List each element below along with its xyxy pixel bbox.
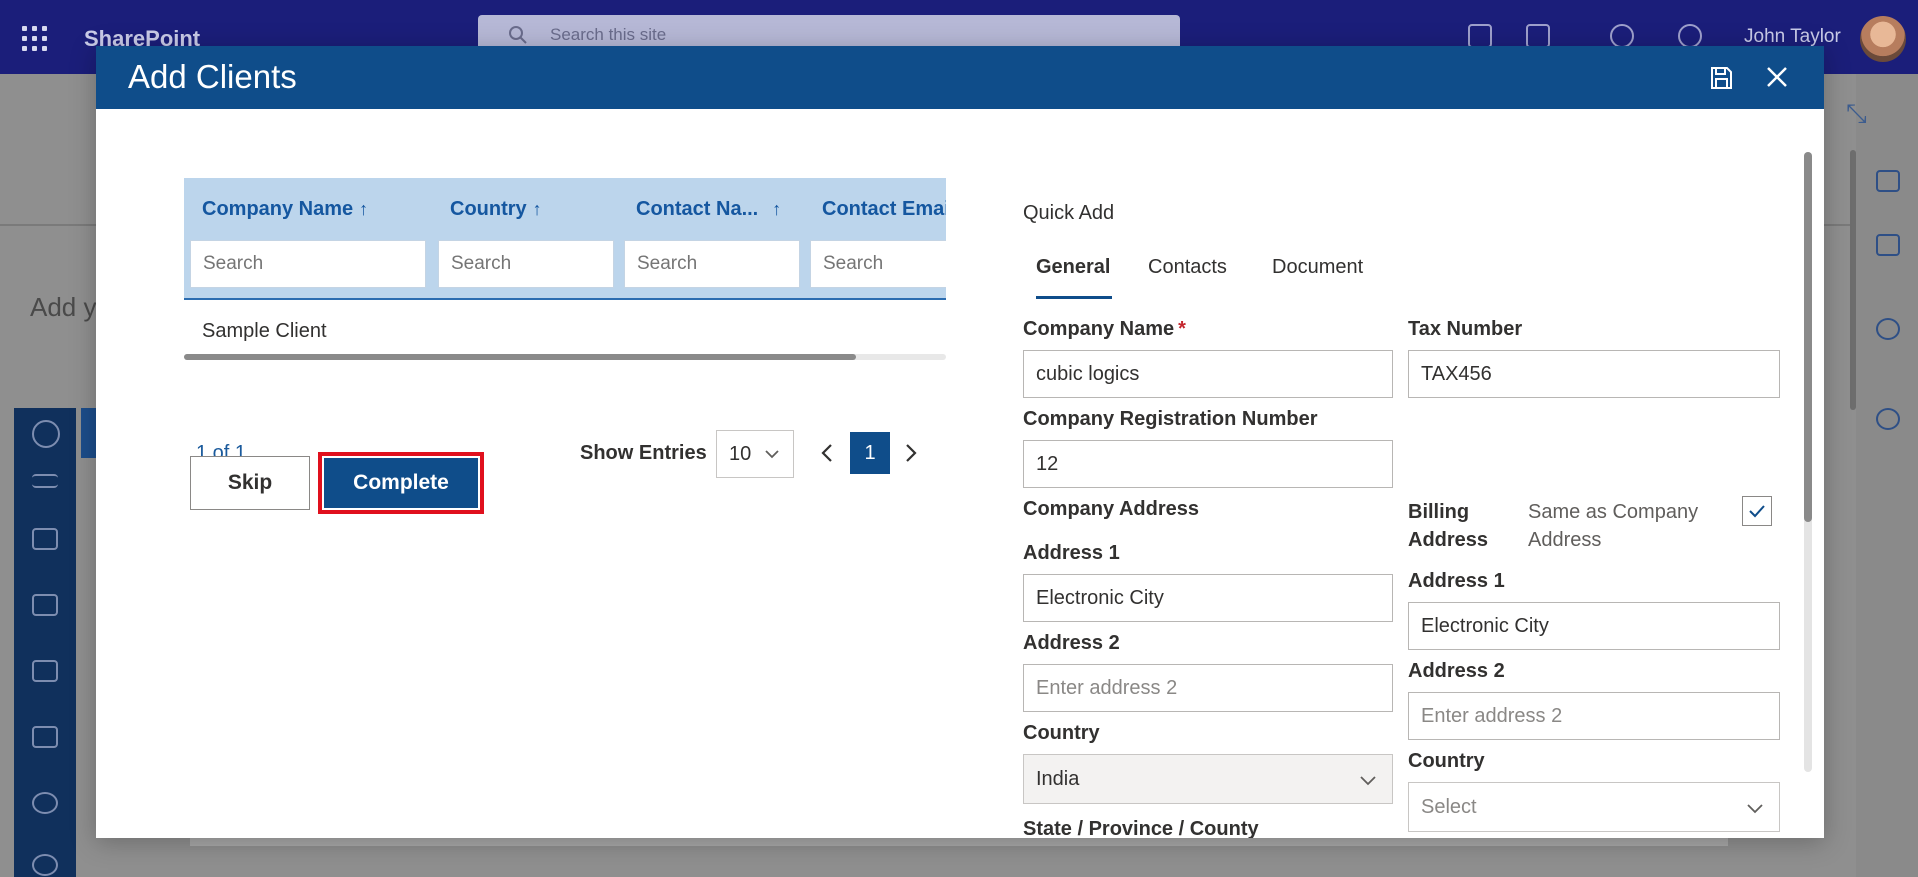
search-contact-email-input[interactable] <box>810 240 946 288</box>
company-name-label: Company Name * <box>1023 318 1186 340</box>
briefcase-icon[interactable] <box>1876 170 1900 192</box>
dialog-scrollbar-thumb[interactable] <box>1804 152 1812 522</box>
registration-number-input[interactable] <box>1023 440 1393 488</box>
sliders-icon[interactable] <box>1876 234 1900 256</box>
app-launcher-icon[interactable] <box>22 26 48 52</box>
search-icon <box>509 26 527 44</box>
state-province-label: State / Province / County <box>1023 818 1259 838</box>
company-address-label: Company Address <box>1023 498 1199 520</box>
address1-label: Address 1 <box>1023 542 1120 564</box>
entries-per-page-select[interactable]: 10 <box>716 430 794 478</box>
column-header-contact-name[interactable]: Contact Na... ↑ <box>636 198 781 221</box>
help-icon[interactable] <box>1678 24 1702 48</box>
same-as-company-checkbox[interactable] <box>1742 496 1772 526</box>
entries-value: 10 <box>729 443 752 465</box>
country-label: Country <box>1023 722 1100 744</box>
search-country-input[interactable] <box>438 240 614 288</box>
show-entries-label: Show Entries <box>580 442 707 464</box>
address2-input[interactable] <box>1023 664 1393 712</box>
chevron-left-icon[interactable] <box>818 442 836 464</box>
billing-address-label: Billing Address <box>1408 501 1489 551</box>
site-search-placeholder: Search this site <box>550 25 667 44</box>
clients-grid: Company Name ↑ Country ↑ Contact Na... ↑ Co… <box>184 178 946 404</box>
table-row[interactable]: Sample Client <box>202 320 327 343</box>
registration-number-label: Company Registration Number <box>1023 408 1318 430</box>
search-company-name-input[interactable] <box>190 240 426 288</box>
search-contact-name-input[interactable] <box>624 240 800 288</box>
grid-header: Company Name ↑ Country ↑ Contact Na... ↑ Co… <box>184 178 946 300</box>
required-marker: * <box>1178 318 1186 340</box>
accessibility-icon[interactable] <box>1876 408 1900 430</box>
add-clients-dialog: Add Clients Company Name ↑ Country ↑ Conta… <box>96 46 1824 838</box>
same-as-company-label: Same as Company Address <box>1528 501 1699 551</box>
save-icon[interactable] <box>1708 65 1734 91</box>
billing-country-placeholder: Select <box>1421 796 1477 818</box>
dialog-header: Add Clients <box>96 46 1824 109</box>
chevron-down-icon <box>765 450 779 459</box>
column-header-company-name[interactable]: Company Name ↑ <box>202 198 368 221</box>
menu-icon[interactable] <box>32 474 58 488</box>
billing-address1-label: Address 1 <box>1408 570 1505 592</box>
avatar[interactable] <box>1860 16 1906 62</box>
grid-scrollbar-thumb[interactable] <box>184 354 856 360</box>
megaphone-icon[interactable] <box>1468 24 1492 48</box>
clock-icon[interactable] <box>32 420 60 448</box>
tab-contacts[interactable]: Contacts <box>1148 256 1227 279</box>
line-chart-icon[interactable] <box>32 660 58 682</box>
nav-tab <box>81 408 97 458</box>
tax-number-input[interactable] <box>1408 350 1780 398</box>
sort-arrow-icon: ↑ <box>532 199 542 219</box>
app-left-nav <box>14 408 76 877</box>
billing-country-label: Country <box>1408 750 1485 772</box>
close-icon[interactable] <box>1762 62 1792 92</box>
company-name-input[interactable] <box>1023 350 1393 398</box>
tab-document[interactable]: Document <box>1272 256 1363 279</box>
sparkle-icon[interactable] <box>1876 318 1900 340</box>
billing-address2-input[interactable] <box>1408 692 1780 740</box>
sort-arrow-icon: ↑ <box>359 199 369 219</box>
chevron-right-icon[interactable] <box>902 442 920 464</box>
page-heading: Add y <box>30 292 97 322</box>
country-value: India <box>1036 768 1080 790</box>
compress-icon[interactable]: ⤡ <box>1846 98 1867 130</box>
user-settings-icon[interactable] <box>32 792 58 814</box>
column-header-contact-email[interactable]: Contact Emai <box>822 198 946 221</box>
address1-input[interactable] <box>1023 574 1393 622</box>
billing-country-select[interactable]: Select <box>1408 782 1780 832</box>
bar-chart-icon[interactable] <box>32 726 58 748</box>
active-tab-indicator <box>1036 296 1112 299</box>
complete-button[interactable]: Complete <box>324 458 478 508</box>
address2-label: Address 2 <box>1023 632 1120 654</box>
gear-icon[interactable] <box>1610 24 1634 48</box>
home-icon[interactable] <box>32 528 58 550</box>
billing-address2-label: Address 2 <box>1408 660 1505 682</box>
checkmark-icon <box>1749 505 1765 518</box>
right-rail <box>1856 74 1918 877</box>
chevron-down-icon <box>1747 804 1763 814</box>
network-icon[interactable] <box>1526 24 1550 48</box>
tax-number-label: Tax Number <box>1408 318 1523 340</box>
chevron-down-icon <box>1360 776 1376 786</box>
dialog-title: Add Clients <box>128 58 297 95</box>
billing-address1-input[interactable] <box>1408 602 1780 650</box>
page-button-current[interactable]: 1 <box>850 432 890 474</box>
page-scrollbar[interactable] <box>1850 150 1856 410</box>
sort-arrow-icon: ↑ <box>772 199 782 219</box>
user-name[interactable]: John Taylor <box>1744 26 1841 48</box>
skip-button[interactable]: Skip <box>190 456 310 510</box>
column-header-country[interactable]: Country ↑ <box>450 198 542 221</box>
country-select[interactable]: India <box>1023 754 1393 804</box>
settings-icon[interactable] <box>32 854 58 876</box>
quick-add-title: Quick Add <box>1023 202 1115 224</box>
briefcase-icon[interactable] <box>32 594 58 616</box>
tab-general[interactable]: General <box>1036 256 1110 279</box>
